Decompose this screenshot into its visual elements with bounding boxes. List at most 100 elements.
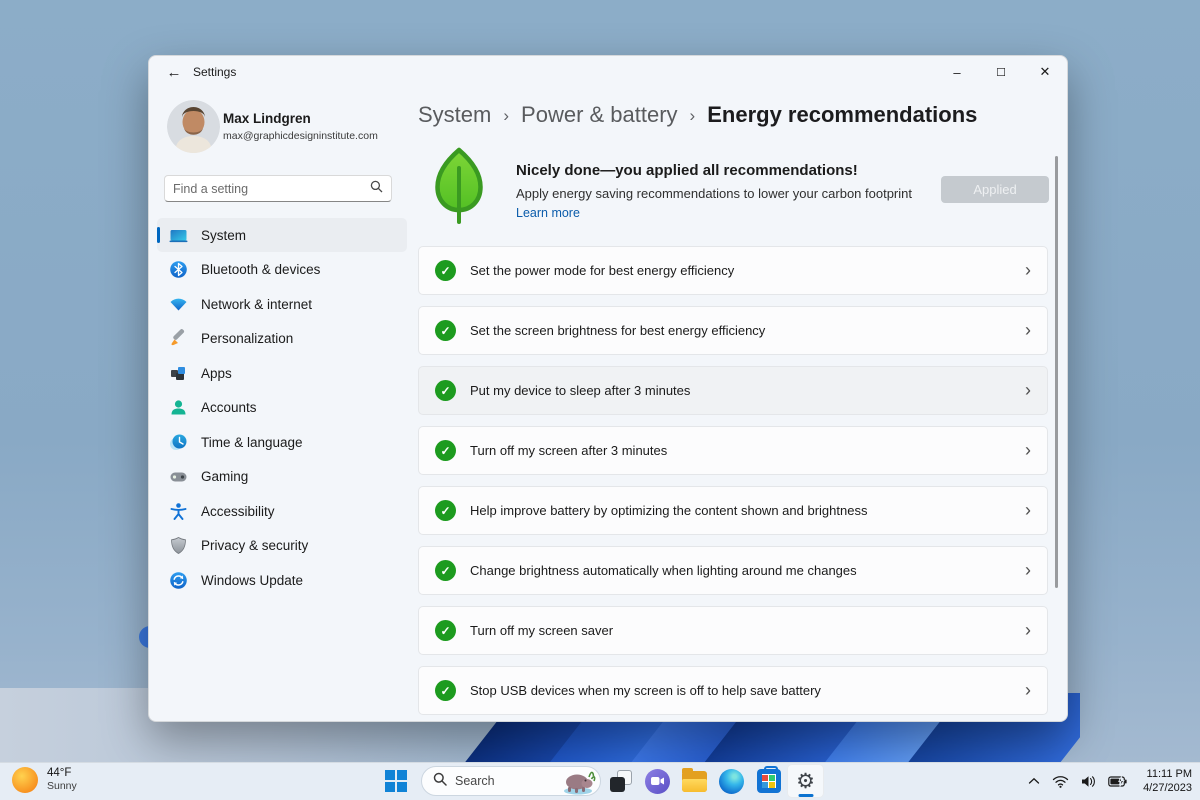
sidebar-item-personalization[interactable]: Personalization xyxy=(157,322,407,356)
clock[interactable]: 11:11 PM 4/27/2023 xyxy=(1143,767,1192,795)
recommendation-label: Help improve battery by optimizing the c… xyxy=(470,503,868,518)
banner-title: Nicely done—you applied all recommendati… xyxy=(516,162,858,179)
recommendation-row[interactable]: ✓ Turn off my screen saver › xyxy=(418,606,1048,655)
find-setting-search[interactable] xyxy=(164,175,392,202)
back-button[interactable]: ← xyxy=(161,64,187,84)
accounts-icon xyxy=(169,398,188,417)
chevron-right-icon: › xyxy=(1025,320,1031,340)
task-view-button[interactable] xyxy=(602,764,639,798)
recommendation-row[interactable]: ✓ Help improve battery by optimizing the… xyxy=(418,486,1048,535)
taskbar-search[interactable]: Search xyxy=(421,766,601,796)
sidebar-nav: System Bluetooth & devices Network & int… xyxy=(157,218,407,598)
breadcrumb: System › Power & battery › Energy recomm… xyxy=(418,102,977,128)
applied-button[interactable]: Applied xyxy=(941,176,1049,203)
recommendation-label: Turn off my screen after 3 minutes xyxy=(470,443,668,458)
sidebar-item-accessibility[interactable]: Accessibility xyxy=(157,494,407,528)
maximize-button[interactable]: ☐ xyxy=(979,56,1023,88)
weather-widget[interactable]: 44°F Sunny xyxy=(12,766,77,793)
sidebar-item-accounts[interactable]: Accounts xyxy=(157,391,407,425)
sidebar-item-privacy-security[interactable]: Privacy & security xyxy=(157,529,407,563)
breadcrumb-separator: › xyxy=(503,106,510,125)
sidebar-item-label: Gaming xyxy=(201,469,249,484)
recommendation-row[interactable]: ✓ Set the power mode for best energy eff… xyxy=(418,246,1048,295)
windows-update-icon xyxy=(169,571,188,590)
sidebar-item-system[interactable]: System xyxy=(157,218,407,252)
recommendations-list: ✓ Set the power mode for best energy eff… xyxy=(418,246,1048,721)
sidebar-item-label: Bluetooth & devices xyxy=(201,262,321,277)
sidebar-item-gaming[interactable]: Gaming xyxy=(157,460,407,494)
tray-date: 4/27/2023 xyxy=(1143,782,1192,794)
scrollbar[interactable] xyxy=(1055,156,1058,588)
search-icon xyxy=(433,772,447,791)
settings-app-button[interactable]: ⚙ xyxy=(787,764,824,798)
sidebar-item-label: System xyxy=(201,227,247,243)
recommendation-label: Turn off my screen saver xyxy=(470,623,614,638)
check-icon: ✓ xyxy=(435,680,456,701)
sidebar-item-network-internet[interactable]: Network & internet xyxy=(157,287,407,321)
close-button[interactable]: ✕ xyxy=(1023,56,1067,88)
recommendation-row[interactable]: ✓ Set the screen brightness for best ene… xyxy=(418,306,1048,355)
check-icon: ✓ xyxy=(435,560,456,581)
edge-icon xyxy=(719,768,744,794)
weather-condition: Sunny xyxy=(47,780,77,792)
accessibility-icon xyxy=(169,502,188,521)
sidebar-item-label: Apps xyxy=(201,365,232,381)
teams-chat-button[interactable] xyxy=(639,764,676,798)
sun-icon xyxy=(12,766,38,793)
recommendation-row[interactable]: ✓ Change brightness automatically when l… xyxy=(418,546,1048,595)
edge-button[interactable] xyxy=(713,764,750,798)
recommendation-row[interactable]: ✓ Put my device to sleep after 3 minutes… xyxy=(418,366,1048,415)
check-icon: ✓ xyxy=(435,620,456,641)
sidebar-item-label: Time & language xyxy=(201,434,303,450)
chevron-right-icon: › xyxy=(1025,560,1031,580)
bluetooth-icon xyxy=(169,260,188,279)
microsoft-store-button[interactable] xyxy=(750,764,787,798)
recommendation-label: Set the screen brightness for best energ… xyxy=(470,323,766,338)
titlebar[interactable]: ← Settings – ☐ ✕ xyxy=(149,56,1067,90)
system-icon xyxy=(169,226,188,245)
sidebar-item-label: Network & internet xyxy=(201,296,313,312)
shield-icon xyxy=(169,536,188,555)
sidebar-item-time-language[interactable]: Time & language xyxy=(157,425,407,459)
system-tray: 11:11 PM 4/27/2023 xyxy=(1022,762,1192,800)
chevron-right-icon: › xyxy=(1025,500,1031,520)
recommendation-label: Set the power mode for best energy effic… xyxy=(470,263,735,278)
settings-window: ← Settings – ☐ ✕ Max Lindgren max@graphi… xyxy=(148,55,1068,722)
file-explorer-button[interactable] xyxy=(676,764,713,798)
avatar[interactable] xyxy=(167,100,220,153)
tray-chevron-up-icon[interactable] xyxy=(1028,777,1040,785)
chevron-right-icon: › xyxy=(1025,440,1031,460)
breadcrumb-system[interactable]: System xyxy=(418,102,491,128)
breadcrumb-power-battery[interactable]: Power & battery xyxy=(521,102,678,128)
banner-subtitle: Apply energy saving recommendations to l… xyxy=(516,186,912,201)
sidebar-item-bluetooth-devices[interactable]: Bluetooth & devices xyxy=(157,253,407,287)
wifi-icon[interactable] xyxy=(1052,775,1069,788)
check-icon: ✓ xyxy=(435,380,456,401)
volume-icon[interactable] xyxy=(1081,775,1096,788)
chevron-right-icon: › xyxy=(1025,260,1031,280)
search-highlight-hippo-image[interactable] xyxy=(562,767,596,795)
recommendation-row[interactable]: ✓ Turn off my screen after 3 minutes › xyxy=(418,426,1048,475)
tray-time: 11:11 PM xyxy=(1146,768,1192,780)
taskbar-apps: ⚙ xyxy=(602,764,824,798)
chevron-right-icon: › xyxy=(1025,680,1031,700)
sidebar-item-windows-update[interactable]: Windows Update xyxy=(157,563,407,597)
check-icon: ✓ xyxy=(435,500,456,521)
recommendation-row[interactable]: ✓ Stop USB devices when my screen is off… xyxy=(418,666,1048,715)
search-input[interactable] xyxy=(173,181,370,196)
learn-more-link[interactable]: Learn more xyxy=(516,206,580,220)
taskbar-search-label: Search xyxy=(455,774,495,788)
start-button[interactable] xyxy=(385,770,408,793)
battery-icon[interactable] xyxy=(1108,775,1127,787)
breadcrumb-separator: › xyxy=(689,106,696,125)
minimize-button[interactable]: – xyxy=(935,56,979,88)
network-icon xyxy=(169,295,188,314)
chevron-right-icon: › xyxy=(1025,620,1031,640)
search-icon xyxy=(370,180,383,198)
recommendation-label: Change brightness automatically when lig… xyxy=(470,563,857,578)
check-icon: ✓ xyxy=(435,260,456,281)
sidebar-item-apps[interactable]: Apps xyxy=(157,356,407,390)
folder-icon xyxy=(682,767,707,792)
page-title: Energy recommendations xyxy=(707,102,978,127)
gaming-icon xyxy=(169,467,188,486)
